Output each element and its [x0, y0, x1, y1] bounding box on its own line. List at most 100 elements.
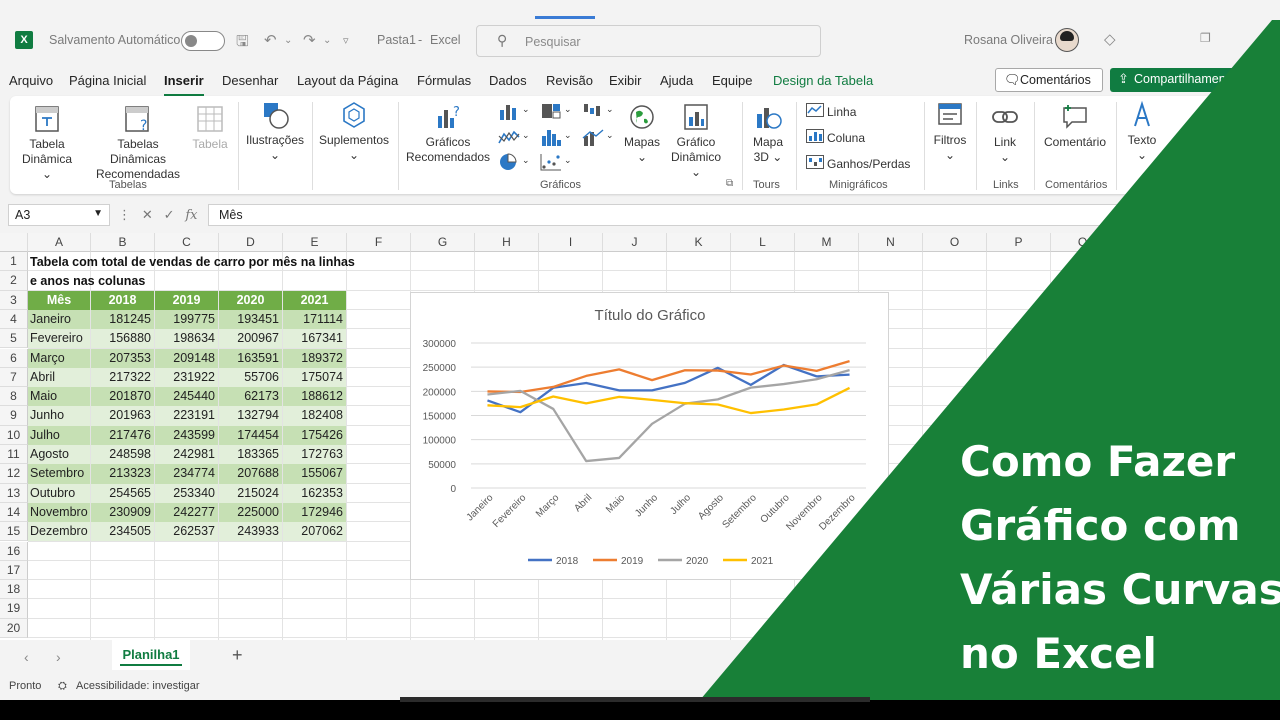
row-header-8[interactable]: 8	[0, 387, 28, 407]
restore-icon[interactable]: ❐	[1200, 31, 1211, 45]
row-header-17[interactable]: 17	[0, 560, 28, 581]
table-month-cell[interactable]: Outubro	[28, 483, 90, 503]
table-value-cell[interactable]: 248598	[91, 445, 154, 465]
redo-dropdown-icon[interactable]: ⌄	[323, 35, 331, 46]
table-value-cell[interactable]: 172946	[283, 502, 346, 523]
table-value-cell[interactable]: 200967	[219, 329, 282, 349]
table-value-cell[interactable]: 201870	[91, 387, 154, 407]
title-cell-line2[interactable]: e anos nas colunas	[30, 272, 145, 291]
table-month-cell[interactable]: Setembro	[28, 464, 90, 484]
table-month-cell[interactable]: Março	[28, 348, 90, 368]
recommended-charts-button[interactable]: ? Gráficos Recomendados	[406, 102, 490, 165]
column-chart-icon[interactable]	[498, 102, 520, 120]
accessibility-icon[interactable]: ⛭	[58, 680, 67, 693]
table-value-cell[interactable]: 215024	[219, 483, 282, 503]
table-value-cell[interactable]: 167341	[283, 329, 346, 349]
addins-button[interactable]: Suplementos ⌄	[318, 100, 390, 163]
table-value-cell[interactable]: 175426	[283, 425, 346, 445]
statistic-chart-icon[interactable]	[540, 128, 562, 146]
user-name[interactable]: Rosana Oliveira	[964, 33, 1053, 47]
3d-map-button[interactable]: Mapa 3D ⌄	[748, 102, 788, 165]
column-header-q[interactable]: Q	[1051, 233, 1115, 252]
waterfall-chart-icon[interactable]	[582, 102, 604, 120]
column-header-f[interactable]: F	[347, 233, 411, 252]
comments-button[interactable]: 🗨 Comentários	[995, 68, 1103, 92]
table-value-cell[interactable]: 193451	[219, 309, 282, 330]
table-value-cell[interactable]: 174454	[219, 425, 282, 445]
table-value-cell[interactable]: 225000	[219, 502, 282, 523]
table-value-cell[interactable]: 171114	[283, 309, 346, 330]
column-header-g[interactable]: G	[411, 233, 475, 252]
sparkline-winloss-icon[interactable]	[806, 155, 824, 169]
table-value-cell[interactable]: 234505	[91, 522, 154, 542]
row-header-3[interactable]: 3	[0, 290, 28, 310]
column-header-b[interactable]: B	[91, 233, 155, 252]
column-header-p[interactable]: P	[987, 233, 1051, 252]
table-value-cell[interactable]: 254565	[91, 483, 154, 503]
table-value-cell[interactable]: 181245	[91, 309, 154, 330]
next-sheet-icon[interactable]: ›	[56, 649, 61, 665]
tab-formulas[interactable]: Fórmulas	[417, 73, 471, 88]
autosave-toggle[interactable]	[181, 31, 225, 51]
table-month-cell[interactable]: Janeiro	[28, 309, 90, 330]
table-value-cell[interactable]: 207353	[91, 348, 154, 368]
tab-pagina-inicial[interactable]: Página Inicial	[69, 73, 146, 88]
row-header-9[interactable]: 9	[0, 406, 28, 426]
row-header-20[interactable]: 20	[0, 618, 28, 638]
table-value-cell[interactable]: 132794	[219, 406, 282, 426]
table-value-cell[interactable]: 155067	[283, 464, 346, 484]
sparkline-line-button[interactable]: Linha	[827, 105, 856, 119]
table-value-cell[interactable]: 262537	[155, 522, 218, 542]
save-icon[interactable]: 🖫	[236, 31, 249, 56]
title-cell-line1[interactable]: Tabela com total de vendas de carro por …	[30, 253, 355, 272]
search-box[interactable]: ⚲ Pesquisar	[476, 25, 821, 57]
row-header-15[interactable]: 15	[0, 522, 28, 542]
table-value-cell[interactable]: 201963	[91, 406, 154, 426]
table-value-cell[interactable]: 207688	[219, 464, 282, 484]
table-value-cell[interactable]: 188612	[283, 387, 346, 407]
table-value-cell[interactable]: 245440	[155, 387, 218, 407]
tab-layout[interactable]: Layout da Página	[297, 73, 398, 88]
table-value-cell[interactable]: 156880	[91, 329, 154, 349]
diamond-icon[interactable]: ◇	[1104, 30, 1116, 48]
table-month-cell[interactable]: Novembro	[28, 502, 90, 523]
column-header-d[interactable]: D	[219, 233, 283, 252]
sparkline-winloss-button[interactable]: Ganhos/Perdas	[827, 157, 910, 171]
column-header-a[interactable]: A	[28, 233, 91, 252]
row-header-5[interactable]: 5	[0, 329, 28, 349]
table-header-cell[interactable]: 2021	[283, 290, 346, 310]
row-header-18[interactable]: 18	[0, 580, 28, 600]
line-chart-icon[interactable]	[498, 128, 520, 146]
share-button[interactable]: ⇪ Compartilhamento	[1110, 68, 1240, 92]
table-value-cell[interactable]: 217476	[91, 425, 154, 445]
new-comment-button[interactable]: Comentário	[1040, 102, 1110, 150]
table-value-cell[interactable]: 223191	[155, 406, 218, 426]
row-header-10[interactable]: 10	[0, 425, 28, 445]
sheet-tab-planilha1[interactable]: Planilha1	[112, 640, 190, 670]
row-header-12[interactable]: 12	[0, 464, 28, 484]
undo-dropdown-icon[interactable]: ⌄	[284, 35, 292, 46]
table-month-cell[interactable]: Maio	[28, 387, 90, 407]
table-value-cell[interactable]: 175074	[283, 367, 346, 388]
hierarchy-chart-icon[interactable]	[540, 102, 562, 120]
recommended-pivot-button[interactable]: ? Tabelas Dinâmicas Recomendadas	[88, 104, 188, 182]
table-month-cell[interactable]: Agosto	[28, 445, 90, 465]
undo-icon[interactable]: ↶	[264, 31, 277, 49]
combo-dropdown-icon[interactable]: ⌄	[606, 130, 614, 141]
table-value-cell[interactable]: 209148	[155, 348, 218, 368]
table-header-cell[interactable]: 2018	[91, 290, 154, 310]
column-header-i[interactable]: I	[539, 233, 603, 252]
line-chart[interactable]: Título do Gráfico 0 50000 100000 150000 20000…	[410, 292, 889, 580]
fx-icon[interactable]: fx	[185, 208, 197, 223]
scatter-chart-icon[interactable]	[540, 153, 562, 171]
row-header-2[interactable]: 2	[0, 271, 28, 291]
charts-dialog-launcher-icon[interactable]: ⧉	[726, 178, 733, 189]
table-value-cell[interactable]: 242981	[155, 445, 218, 465]
table-value-cell[interactable]: 198634	[155, 329, 218, 349]
row-header-4[interactable]: 4	[0, 309, 28, 330]
table-value-cell[interactable]: 55706	[219, 367, 282, 388]
cancel-icon[interactable]: ✕	[142, 207, 153, 222]
waterfall-dropdown-icon[interactable]: ⌄	[606, 104, 614, 115]
table-value-cell[interactable]: 182408	[283, 406, 346, 426]
table-value-cell[interactable]: 199775	[155, 309, 218, 330]
